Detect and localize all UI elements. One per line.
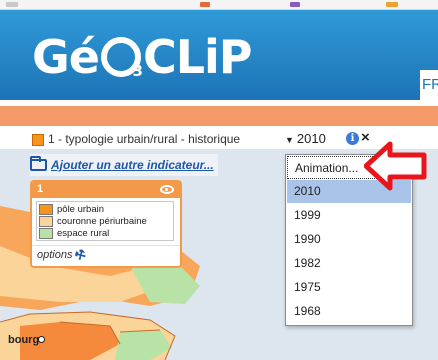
browser-tab-strip (0, 0, 438, 10)
tab-fragment (290, 2, 300, 7)
folder-icon (30, 156, 47, 171)
tab-fragment (6, 2, 18, 7)
tab-fragment (386, 2, 398, 7)
city-label: bourg (8, 334, 40, 346)
dropdown-item-1968[interactable]: 1968 (287, 300, 411, 323)
year-selector[interactable]: ▼ 2010 (285, 131, 326, 146)
legend-swatch (39, 227, 53, 239)
legend-item-label: pôle urbain (57, 203, 105, 215)
indicator-color-swatch (32, 134, 44, 146)
legend-options[interactable]: options ⚒ (32, 245, 180, 264)
legend-item: espace rural (39, 227, 173, 239)
caret-down-icon: ▼ (285, 135, 294, 145)
city-marker[interactable] (38, 336, 45, 343)
dropdown-item-1999[interactable]: 1999 (287, 204, 411, 227)
arrow-icon (364, 141, 427, 191)
year-selector-value: 2010 (296, 131, 326, 146)
legend-item-label: couronne périurbaine (57, 215, 147, 227)
legend-number: 1 (37, 183, 44, 195)
legend-item: pôle urbain (39, 203, 173, 215)
app-header: Gé 3 CLiP FR (0, 10, 438, 100)
eye-icon[interactable] (160, 185, 174, 194)
legend-items: pôle urbain couronne périurbaine espace … (36, 201, 174, 241)
info-icon[interactable]: i (346, 132, 359, 145)
geoclip-logo[interactable]: Gé 3 CLiP (32, 28, 253, 86)
tab-fragment (200, 2, 210, 7)
wrench-icon: ⚒ (72, 246, 90, 264)
legend-panel: 1 pôle urbain couronne périurbaine espac… (30, 180, 182, 268)
indicator-label[interactable]: 1 - typologie urbain/rural - historique (48, 132, 240, 146)
legend-header: 1 (32, 182, 180, 198)
orange-band (0, 106, 438, 126)
legend-item: couronne périurbaine (39, 215, 173, 227)
legend-options-label: options (37, 249, 73, 261)
add-indicator-link[interactable]: Ajouter un autre indicateur... (30, 154, 218, 176)
dropdown-item-1990[interactable]: 1990 (287, 228, 411, 251)
legend-item-label: espace rural (57, 227, 110, 239)
dropdown-item-1982[interactable]: 1982 (287, 252, 411, 275)
header-nav-item[interactable]: FR (420, 70, 438, 100)
dropdown-item-1975[interactable]: 1975 (287, 276, 411, 299)
legend-swatch (39, 203, 53, 215)
add-indicator-link-text: Ajouter un autre indicateur... (51, 158, 214, 172)
legend-swatch (39, 215, 53, 227)
